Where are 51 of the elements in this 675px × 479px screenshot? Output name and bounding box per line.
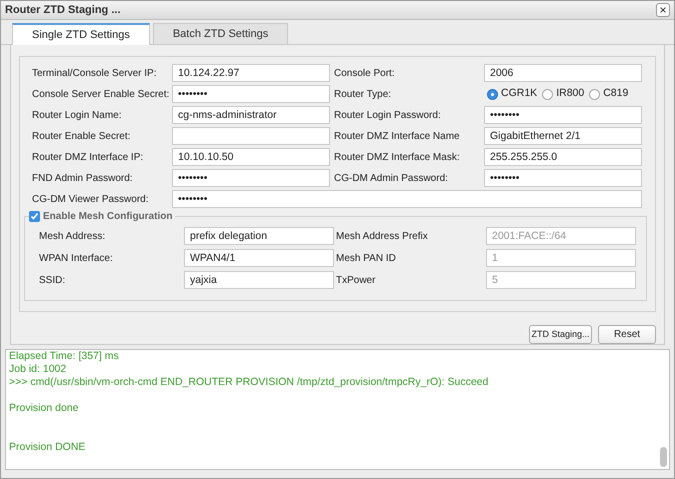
field-label: Router Enable Secret: [31,130,130,144]
radio-button[interactable]: IR800 [542,86,584,102]
log-line: Provision done [9,402,78,415]
log-line: Job id: 1002 [9,363,66,376]
input-field[interactable]: •••••••• [484,106,642,124]
checkbox[interactable] [29,211,40,222]
input-field[interactable]: yajxia [184,271,334,289]
input-field[interactable] [172,127,330,145]
log-line: Provision DONE [9,441,86,454]
field-label: Mesh Address Prefix [336,230,428,244]
button[interactable]: ZTD Staging... [529,325,592,344]
log-line: Elapsed Time: [357] ms [9,350,119,363]
field-label: Console Port: [333,66,395,80]
field-label: WPAN Interface: [39,252,113,266]
input-field[interactable]: •••••••• [172,190,642,208]
close-button[interactable]: × [656,3,670,17]
field-label: Router Login Name: [31,108,122,122]
input-field[interactable]: 10.10.10.50 [172,148,330,166]
field-label: Console Server Enable Secret: [31,88,170,102]
tab[interactable]: Batch ZTD Settings [152,23,288,45]
input-field[interactable]: WPAN4/1 [184,249,334,267]
field-label: Terminal/Console Server IP: [31,66,156,80]
log-line: >>> cmd(/usr/sbin/vm-orch-cmd END_ROUTER PROVISION /tmp/ztd_provision/tmpcRy_rO): Succeed [9,376,488,389]
input-field[interactable]: prefix delegation [184,227,334,245]
tab[interactable]: Single ZTD Settings [12,23,150,45]
field-label: FND Admin Password: [31,172,133,186]
field-label: SSID: [39,274,66,288]
field-label: Router DMZ Interface Mask: [333,150,460,164]
input-field[interactable]: 2006 [484,64,642,82]
radio-button[interactable]: C819 [589,86,628,102]
input-field[interactable]: GigabitEthernet 2/1 [484,127,642,145]
field-label: Router Type: [333,88,392,102]
input-field[interactable]: 10.124.22.97 [172,64,330,82]
scrollbar-thumb[interactable] [660,447,667,467]
field-label: Router DMZ Interface IP: [31,150,144,164]
input-field[interactable]: •••••••• [172,85,330,103]
field-label: CG-DM Viewer Password: [31,192,149,206]
radio-button[interactable]: CGR1K [487,86,538,102]
input-field[interactable]: 255.255.255.0 [484,148,642,166]
field-label: CG-DM Admin Password: [333,172,448,186]
button[interactable]: Reset [598,325,656,344]
input-field[interactable]: •••••••• [172,169,330,187]
input-field[interactable]: •••••••• [484,169,642,187]
field-label: TxPower [336,274,376,288]
field-label: Mesh Address: [39,230,106,244]
field-label: Mesh PAN ID [336,252,396,266]
checkbox-label: Enable Mesh Configuration [43,210,172,224]
field-label: Router DMZ Interface Name [333,130,460,144]
input-field[interactable]: cg-nms-administrator [172,106,330,124]
window-title: Router ZTD Staging ... [5,2,120,18]
field-label: Router Login Password: [333,108,441,122]
